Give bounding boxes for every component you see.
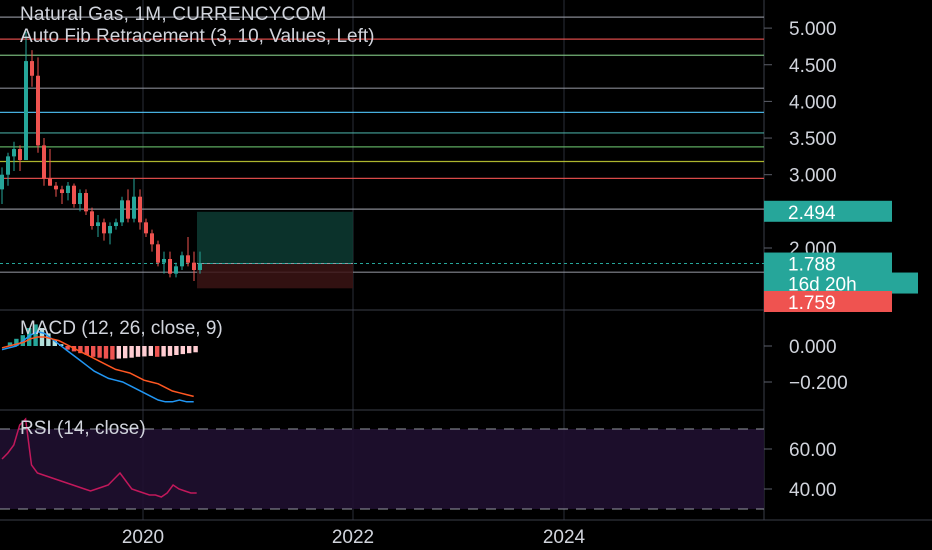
macd-hist-bar-15 — [103, 346, 109, 359]
candle-body-6 — [36, 75, 40, 146]
macd-indicator-label[interactable]: MACD (12, 26, close, 9) — [20, 318, 223, 340]
candle-body-3 — [18, 149, 22, 161]
price-tick-label-3: 3.500 — [789, 129, 837, 150]
macd-hist-bar-29 — [193, 346, 198, 353]
candle-body-19 — [114, 222, 118, 227]
chart-canvas: 5.0004.5004.0003.5003.0002.000 2.4941.78… — [0, 0, 932, 550]
candle-body-30 — [180, 255, 184, 267]
candle-body-5 — [30, 61, 34, 76]
macd-tick-label-0: 0.000 — [789, 337, 837, 358]
candle-body-28 — [168, 258, 172, 274]
price-badge-label-3: 1.759 — [788, 293, 836, 314]
candle-body-13 — [78, 193, 82, 205]
candle-body-14 — [84, 193, 88, 212]
macd-hist-bar-22 — [148, 346, 153, 356]
candle-body-7 — [42, 145, 46, 179]
candle-body-0 — [0, 174, 4, 190]
candle-body-10 — [60, 189, 64, 194]
price-tick-label-1: 4.500 — [789, 56, 837, 77]
candle-body-20 — [120, 200, 124, 223]
price-tick-label-0: 5.000 — [789, 19, 837, 40]
time-tick-label-1: 2022 — [332, 527, 374, 548]
macd-hist-bar-28 — [187, 346, 192, 354]
price-badge-label-0: 2.494 — [788, 203, 836, 224]
candle-body-24 — [144, 222, 148, 234]
candle-body-15 — [90, 211, 94, 227]
candle-body-8 — [48, 178, 52, 186]
candle-body-18 — [108, 226, 112, 234]
macd-hist-bar-17 — [116, 346, 121, 359]
candle-body-22 — [132, 196, 136, 219]
macd-hist-bar-23 — [155, 346, 160, 357]
candle-body-26 — [156, 244, 160, 263]
time-tick-label-2: 2024 — [543, 527, 586, 548]
price-badge-label-1: 1.788 — [788, 255, 836, 276]
candle-body-1 — [6, 156, 10, 175]
fib-indicator-label[interactable]: Auto Fib Retracement (3, 10, Values, Lef… — [20, 26, 375, 48]
candle-body-16 — [96, 222, 100, 227]
price-tick-label-4: 3.000 — [789, 166, 837, 187]
candle-body-21 — [126, 200, 130, 219]
rsi-tick-label-1: 40.00 — [789, 480, 837, 501]
candle-body-11 — [66, 185, 70, 194]
candle-body-29 — [174, 266, 178, 274]
macd-hist-bar-13 — [91, 346, 96, 357]
candle-body-23 — [138, 196, 142, 223]
rsi-indicator-label[interactable]: RSI (14, close) — [20, 418, 146, 440]
target-zone — [197, 211, 353, 264]
price-tick-label-2: 4.000 — [789, 92, 837, 113]
macd-hist-bar-16 — [110, 346, 115, 360]
rsi-tick-label-0: 60.00 — [789, 440, 837, 461]
macd-tick-label-1: −0.200 — [789, 373, 848, 394]
candle-body-12 — [72, 185, 76, 205]
time-tick-label-0: 2020 — [122, 527, 164, 548]
candle-body-33 — [198, 263, 202, 270]
candle-body-2 — [12, 149, 16, 157]
macd-hist-bar-19 — [129, 346, 134, 358]
macd-hist-bar-27 — [180, 346, 185, 355]
macd-hist-bar-26 — [174, 346, 179, 355]
macd-hist-bar-21 — [142, 346, 147, 357]
macd-hist-bar-24 — [161, 346, 166, 357]
candle-body-17 — [102, 222, 106, 234]
symbol-title[interactable]: Natural Gas, 1M, CURRENCYCOM — [20, 4, 326, 26]
macd-hist-bar-14 — [97, 346, 102, 358]
candle-body-32 — [192, 262, 196, 270]
candle-body-25 — [150, 233, 154, 245]
rsi-band-fill — [0, 429, 764, 509]
macd-hist-bar-18 — [123, 346, 128, 359]
candle-body-4 — [24, 61, 28, 161]
candle-body-31 — [186, 255, 190, 263]
candle-body-9 — [54, 185, 58, 190]
macd-hist-bar-25 — [167, 346, 173, 356]
macd-hist-bar-20 — [135, 346, 141, 357]
stop-zone — [197, 263, 353, 289]
candle-body-27 — [162, 258, 166, 263]
